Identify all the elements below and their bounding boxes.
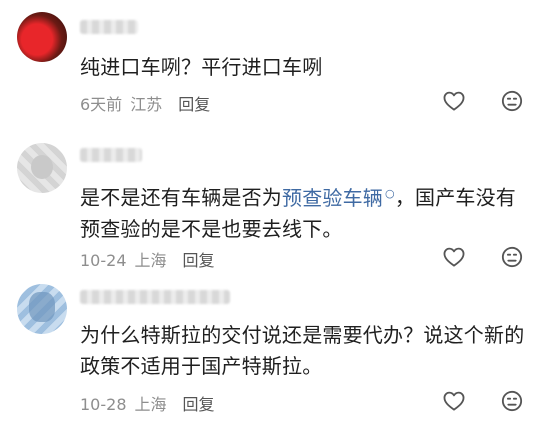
comment-location: 江苏 <box>130 95 163 114</box>
comment-meta: 6天前 江苏 回复 <box>80 91 210 115</box>
comment-location: 上海 <box>134 251 167 270</box>
reply-button[interactable]: 回复 <box>183 247 215 271</box>
reply-button[interactable]: 回复 <box>178 91 210 115</box>
search-icon: ○ <box>385 187 395 200</box>
comment-item: 纯进口车咧？平行进口车咧 6天前 江苏 回复 <box>0 0 553 130</box>
like-button[interactable] <box>441 88 467 114</box>
search-link-label: 预查验车辆 <box>282 185 383 210</box>
dislike-button[interactable] <box>499 388 525 414</box>
avatar[interactable] <box>17 143 67 193</box>
like-button[interactable] <box>441 388 467 414</box>
sad-face-icon <box>501 90 523 112</box>
username-blurred[interactable] <box>80 148 142 162</box>
heart-outline-icon <box>443 247 465 267</box>
username-blurred[interactable] <box>80 290 230 304</box>
comment-meta: 10-24 上海 回复 <box>80 247 215 271</box>
sad-face-icon <box>501 390 523 412</box>
search-link[interactable]: 预查验车辆 ○ <box>282 186 395 210</box>
reply-button[interactable]: 回复 <box>183 391 215 415</box>
comment-location: 上海 <box>134 395 167 414</box>
comment-text: 纯进口车咧？平行进口车咧 <box>80 55 323 79</box>
comment-time: 10-24 <box>80 251 127 270</box>
comment-text: 为什么特斯拉的交付说还是需要代办？说这个新的政策不适用于国产特斯拉。 <box>80 323 525 378</box>
comment-meta: 10-28 上海 回复 <box>80 391 215 415</box>
comment-time: 6天前 <box>80 95 123 114</box>
comment-text: 是不是还有车辆是否为预查验车辆 ○，国产车没有预查验的是不是也要去线下。 <box>80 178 530 245</box>
heart-outline-icon <box>443 391 465 411</box>
sad-face-icon <box>501 246 523 268</box>
avatar[interactable] <box>17 12 67 62</box>
like-button[interactable] <box>441 244 467 270</box>
dislike-button[interactable] <box>499 88 525 114</box>
comment-item: 为什么特斯拉的交付说还是需要代办？说这个新的政策不适用于国产特斯拉。 10-28… <box>0 270 553 428</box>
comment-text-part: 是不是还有车辆是否为 <box>80 185 282 210</box>
comment-time: 10-28 <box>80 395 127 414</box>
avatar[interactable] <box>17 284 67 334</box>
dislike-button[interactable] <box>499 244 525 270</box>
heart-outline-icon <box>443 91 465 111</box>
comment-item: 是不是还有车辆是否为预查验车辆 ○，国产车没有预查验的是不是也要去线下。 10-2… <box>0 130 553 270</box>
username-blurred[interactable] <box>80 20 138 34</box>
